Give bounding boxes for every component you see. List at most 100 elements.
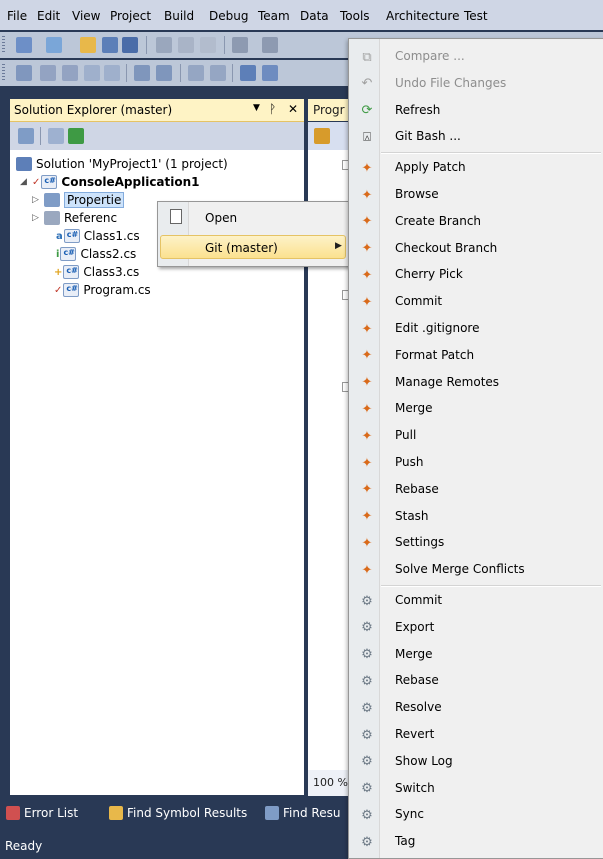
new-project-icon[interactable]: [16, 37, 32, 53]
collapse-arrow-icon[interactable]: ◢: [20, 177, 32, 187]
cut-icon[interactable]: [156, 37, 172, 53]
menu-item-tortoise-tag[interactable]: ⚙ Tag: [350, 829, 602, 855]
menu-build[interactable]: Build: [164, 9, 194, 23]
menu-item-top-git-bash[interactable]: ⍓ Git Bash ...: [350, 124, 602, 150]
menu-item-git-apply-patch[interactable]: ✦ Apply Patch: [350, 155, 602, 181]
copy-icon[interactable]: [178, 37, 194, 53]
properties-folder-icon: [44, 193, 60, 207]
menu-item-open[interactable]: Open: [160, 206, 346, 230]
menu-item-tortoise-export[interactable]: ⚙ Export: [350, 615, 602, 641]
undo-icon: ↶: [361, 76, 373, 92]
redo-icon[interactable]: [262, 37, 278, 53]
open-file-icon[interactable]: [80, 37, 96, 53]
word-completion-icon[interactable]: [84, 65, 100, 81]
menu-item-git-create-branch[interactable]: ✦ Create Branch: [350, 209, 602, 235]
window-position-dropdown-icon[interactable]: ▼: [253, 103, 260, 113]
solution-explorer-header: Solution Explorer (master) ▼ ᚹ ✕: [10, 99, 304, 122]
menu-item-tortoise-resolve[interactable]: ⚙ Resolve: [350, 695, 602, 721]
find-symbol-icon: [109, 806, 123, 820]
menu-item-git-cherry-pick[interactable]: ✦ Cherry Pick: [350, 262, 602, 288]
menu-tools[interactable]: Tools: [340, 9, 370, 23]
csharp-file-icon: [63, 265, 80, 279]
tree-node-class2[interactable]: i Class2.cs: [56, 245, 136, 263]
toolbar-grip[interactable]: [2, 64, 5, 82]
modified-check-icon: ✓: [54, 284, 63, 296]
menu-item-git-stash[interactable]: ✦ Stash: [350, 504, 602, 530]
pin-icon[interactable]: ᚹ: [269, 102, 276, 116]
menu-debug[interactable]: Debug: [209, 9, 248, 23]
menu-item-git-push[interactable]: ✦ Push: [350, 450, 602, 476]
indent-icon[interactable]: [156, 65, 172, 81]
menu-edit[interactable]: Edit: [37, 9, 60, 23]
close-icon[interactable]: ✕: [288, 102, 298, 116]
git-bash-icon: ⍓: [363, 129, 371, 145]
git-extensions-icon: ✦: [361, 535, 373, 551]
menu-item-tortoise-commit[interactable]: ⚙ Commit: [350, 588, 602, 614]
expand-arrow-icon[interactable]: ▷: [32, 195, 44, 205]
menu-item-git-merge[interactable]: ✦ Merge: [350, 396, 602, 422]
menu-item-tortoise-merge[interactable]: ⚙ Merge: [350, 642, 602, 668]
menu-test[interactable]: Test: [464, 9, 488, 23]
menu-item-git-rebase[interactable]: ✦ Rebase: [350, 477, 602, 503]
tree-node-class3[interactable]: + Class3.cs: [54, 263, 139, 281]
add-item-icon[interactable]: [46, 37, 62, 53]
save-icon[interactable]: [102, 37, 118, 53]
menu-item-git-pull[interactable]: ✦ Pull: [350, 423, 602, 449]
save-all-icon[interactable]: [122, 37, 138, 53]
menu-team[interactable]: Team: [258, 9, 290, 23]
tree-node-program[interactable]: ✓ Program.cs: [54, 281, 151, 299]
menu-item-git-solve-merge-conflicts[interactable]: ✦ Solve Merge Conflicts: [350, 557, 602, 583]
open-file-icon: [170, 209, 182, 224]
tree-node-properties[interactable]: ▷ Propertie: [32, 191, 125, 209]
tree-node-references[interactable]: ▷ Referenc: [32, 209, 117, 227]
undo-icon[interactable]: [232, 37, 248, 53]
refresh-icon[interactable]: [68, 128, 84, 144]
menu-item-tortoise-show-log[interactable]: ⚙ Show Log: [350, 749, 602, 775]
menu-file[interactable]: File: [7, 9, 27, 23]
bookmark-icon[interactable]: [240, 65, 256, 81]
class-dropdown-icon[interactable]: [314, 128, 330, 144]
next-bookmark-icon[interactable]: [262, 65, 278, 81]
tab-find-results[interactable]: Find Resu: [265, 806, 340, 820]
menu-item-tortoise-rebase[interactable]: ⚙ Rebase: [350, 668, 602, 694]
menu-item-git-browse[interactable]: ✦ Browse: [350, 182, 602, 208]
menu-project[interactable]: Project: [110, 9, 151, 23]
menu-item-top-refresh[interactable]: ⟳ Refresh: [350, 98, 602, 124]
menu-item-git-commit[interactable]: ✦ Commit: [350, 289, 602, 315]
parameter-info-icon[interactable]: [62, 65, 78, 81]
menu-item-git-master[interactable]: Git (master) ▶: [160, 235, 346, 259]
menu-item-top-undo-file-changes[interactable]: ↶ Undo File Changes: [350, 71, 602, 97]
comment-icon[interactable]: [188, 65, 204, 81]
menu-item-tortoise-revert[interactable]: ⚙ Revert: [350, 722, 602, 748]
tree-node-project[interactable]: ◢ ✓ ConsoleApplication1: [20, 173, 200, 191]
paste-icon[interactable]: [200, 37, 216, 53]
menu-view[interactable]: View: [72, 9, 100, 23]
tab-find-symbol-results[interactable]: Find Symbol Results: [109, 806, 247, 820]
decrease-indent-icon[interactable]: [104, 65, 120, 81]
menu-item-git-checkout-branch[interactable]: ✦ Checkout Branch: [350, 236, 602, 262]
outdent-icon[interactable]: [134, 65, 150, 81]
editor-tab[interactable]: Progr: [308, 99, 352, 121]
uncomment-icon[interactable]: [210, 65, 226, 81]
tab-error-list[interactable]: Error List: [6, 806, 78, 820]
show-all-files-icon[interactable]: [48, 128, 64, 144]
menu-item-git-edit-gitignore[interactable]: ✦ Edit .gitignore: [350, 316, 602, 342]
display-quick-info-icon[interactable]: [40, 65, 56, 81]
menu-item-git-format-patch[interactable]: ✦ Format Patch: [350, 343, 602, 369]
menu-item-top-compare[interactable]: ⧉ Compare ...: [350, 44, 602, 70]
zoom-level[interactable]: 100 %: [308, 770, 352, 796]
menu-item-git-manage-remotes[interactable]: ✦ Manage Remotes: [350, 370, 602, 396]
menu-item-tortoise-sync[interactable]: ⚙ Sync: [350, 802, 602, 828]
menu-architecture[interactable]: Architecture: [386, 9, 459, 23]
menu-item-tortoise-switch[interactable]: ⚙ Switch: [350, 776, 602, 802]
solution-explorer-toolbar: [10, 122, 304, 150]
tree-node-solution[interactable]: Solution 'MyProject1' (1 project): [16, 155, 228, 173]
git-extensions-icon: ✦: [361, 294, 373, 310]
properties-icon[interactable]: [18, 128, 34, 144]
display-object-icon[interactable]: [16, 65, 32, 81]
tree-node-class1[interactable]: a Class1.cs: [56, 227, 140, 245]
menu-item-git-settings[interactable]: ✦ Settings: [350, 530, 602, 556]
expand-arrow-icon[interactable]: ▷: [32, 213, 44, 223]
toolbar-grip[interactable]: [2, 36, 5, 54]
menu-data[interactable]: Data: [300, 9, 329, 23]
